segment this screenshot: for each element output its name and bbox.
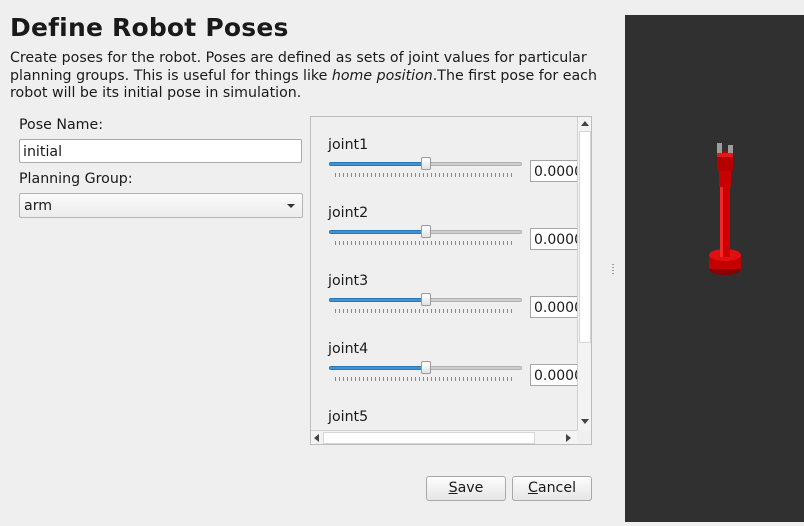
pose-name-input[interactable] bbox=[19, 139, 302, 163]
page-description: Create poses for the robot. Poses are de… bbox=[10, 50, 600, 103]
page-title: Define Robot Poses bbox=[10, 13, 289, 42]
pose-name-label: Pose Name: bbox=[19, 117, 103, 133]
slider-fill bbox=[329, 298, 427, 302]
vertical-scrollbar[interactable] bbox=[577, 117, 591, 431]
arrow-left-icon[interactable] bbox=[314, 434, 319, 442]
slider-handle[interactable] bbox=[421, 293, 431, 306]
chevron-down-icon bbox=[287, 204, 295, 208]
joint-name: joint5 bbox=[328, 409, 369, 425]
joint-name: joint3 bbox=[328, 273, 369, 289]
slider-fill bbox=[329, 230, 427, 234]
joint-name: joint4 bbox=[328, 341, 369, 357]
vertical-scroll-thumb[interactable] bbox=[579, 131, 591, 343]
arrow-right-icon[interactable] bbox=[566, 434, 571, 442]
description-emphasis: home position bbox=[331, 67, 433, 84]
arrow-up-icon[interactable] bbox=[581, 121, 589, 126]
planning-group-select[interactable]: arm bbox=[19, 193, 303, 218]
horizontal-scrollbar[interactable] bbox=[311, 430, 577, 444]
save-label: ave bbox=[457, 480, 484, 496]
joint-scroll-area[interactable]: joint1 joint2 joint3 joint4 joint5 bbox=[310, 116, 592, 445]
cancel-button[interactable]: Cancel bbox=[512, 476, 592, 501]
robot-3d-viewport[interactable] bbox=[625, 15, 804, 522]
planning-group-label: Planning Group: bbox=[19, 171, 133, 187]
arrow-down-icon[interactable] bbox=[581, 419, 589, 424]
robot-model bbox=[709, 143, 741, 275]
slider-fill bbox=[329, 162, 427, 166]
splitter-handle[interactable] bbox=[612, 264, 614, 276]
horizontal-scroll-thumb[interactable] bbox=[323, 432, 535, 444]
slider-handle[interactable] bbox=[421, 225, 431, 238]
save-button[interactable]: Save bbox=[426, 476, 506, 501]
save-mnemonic: S bbox=[448, 480, 458, 496]
joint-name: joint2 bbox=[328, 205, 369, 221]
slider-ticks bbox=[335, 241, 515, 245]
scroll-corner bbox=[577, 430, 591, 444]
slider-fill bbox=[329, 366, 427, 370]
joint-name: joint1 bbox=[328, 137, 369, 153]
slider-ticks bbox=[335, 377, 515, 381]
planning-group-value: arm bbox=[24, 198, 53, 214]
slider-handle[interactable] bbox=[421, 361, 431, 374]
slider-handle[interactable] bbox=[421, 157, 431, 170]
slider-ticks bbox=[335, 309, 515, 313]
slider-ticks bbox=[335, 173, 515, 177]
cancel-label: ancel bbox=[537, 480, 577, 496]
cancel-mnemonic: C bbox=[527, 480, 538, 496]
